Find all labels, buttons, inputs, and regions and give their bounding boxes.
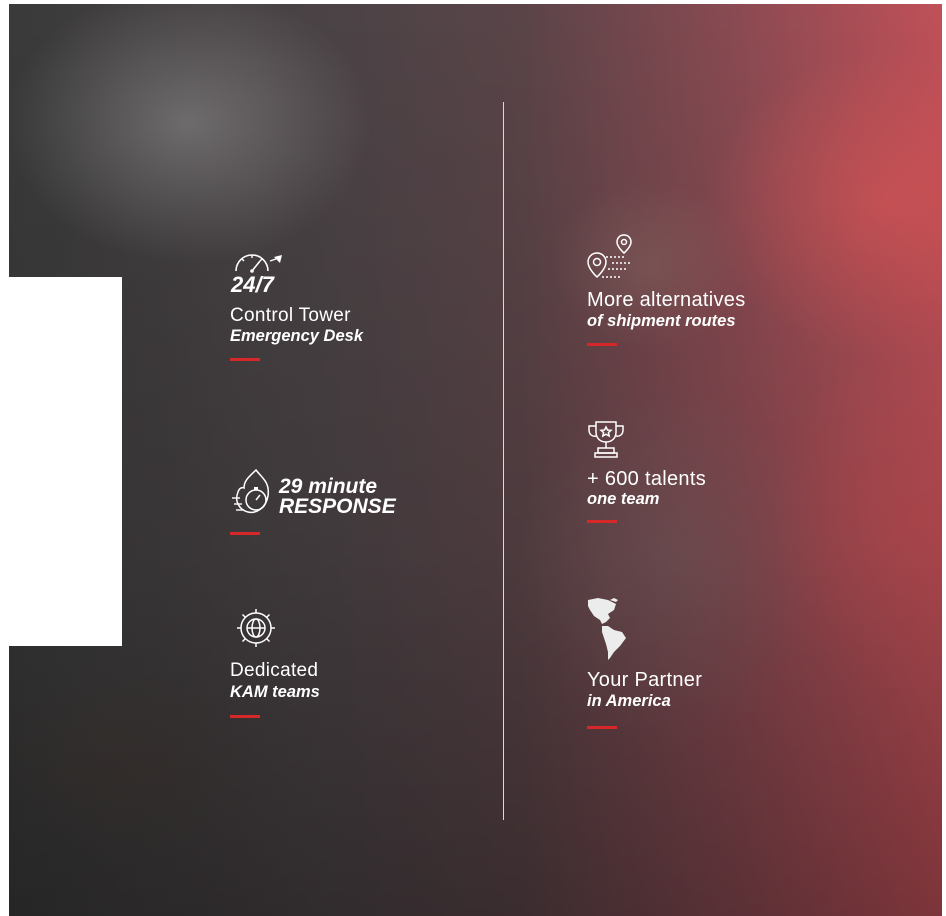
accent-bar (587, 520, 617, 523)
feature-kam (234, 606, 278, 650)
accent-bar (230, 715, 260, 718)
response-label: RESPONSE (279, 495, 396, 518)
feature-subtitle: one team (587, 490, 660, 508)
accent-bar (587, 343, 617, 346)
feature-routes (586, 233, 636, 283)
feature-subtitle: Emergency Desk (230, 327, 363, 345)
feature-subtitle: KAM teams (230, 683, 320, 701)
feature-partner (586, 596, 628, 662)
stopwatch-fire-icon (232, 468, 270, 514)
feature-control-tower (230, 243, 290, 273)
route-pin-icon (587, 234, 632, 279)
vertical-divider (503, 102, 504, 820)
stat-247: 24/7 (231, 272, 274, 297)
background-photo (9, 4, 942, 916)
accent-bar (230, 358, 260, 361)
hero-section: 24/7 Control Tower Emergency Desk 29 min… (0, 0, 946, 916)
trophy-icon (588, 421, 624, 458)
feature-title: Dedicated (230, 660, 319, 681)
feature-title: More alternatives (587, 289, 746, 311)
accent-bar (230, 532, 260, 535)
feature-title: Your Partner (587, 669, 703, 691)
gear-globe-icon (237, 609, 275, 647)
feature-title: + 600 talents (587, 468, 706, 490)
clock-speed-icon (235, 254, 282, 273)
feature-subtitle: in America (587, 692, 671, 710)
white-panel (9, 277, 122, 646)
feature-talents (586, 418, 626, 460)
feature-title: Control Tower (230, 305, 351, 326)
accent-bar (587, 726, 617, 729)
feature-response (230, 466, 276, 516)
feature-subtitle: of shipment routes (587, 312, 736, 330)
americas-map-icon (588, 598, 626, 660)
